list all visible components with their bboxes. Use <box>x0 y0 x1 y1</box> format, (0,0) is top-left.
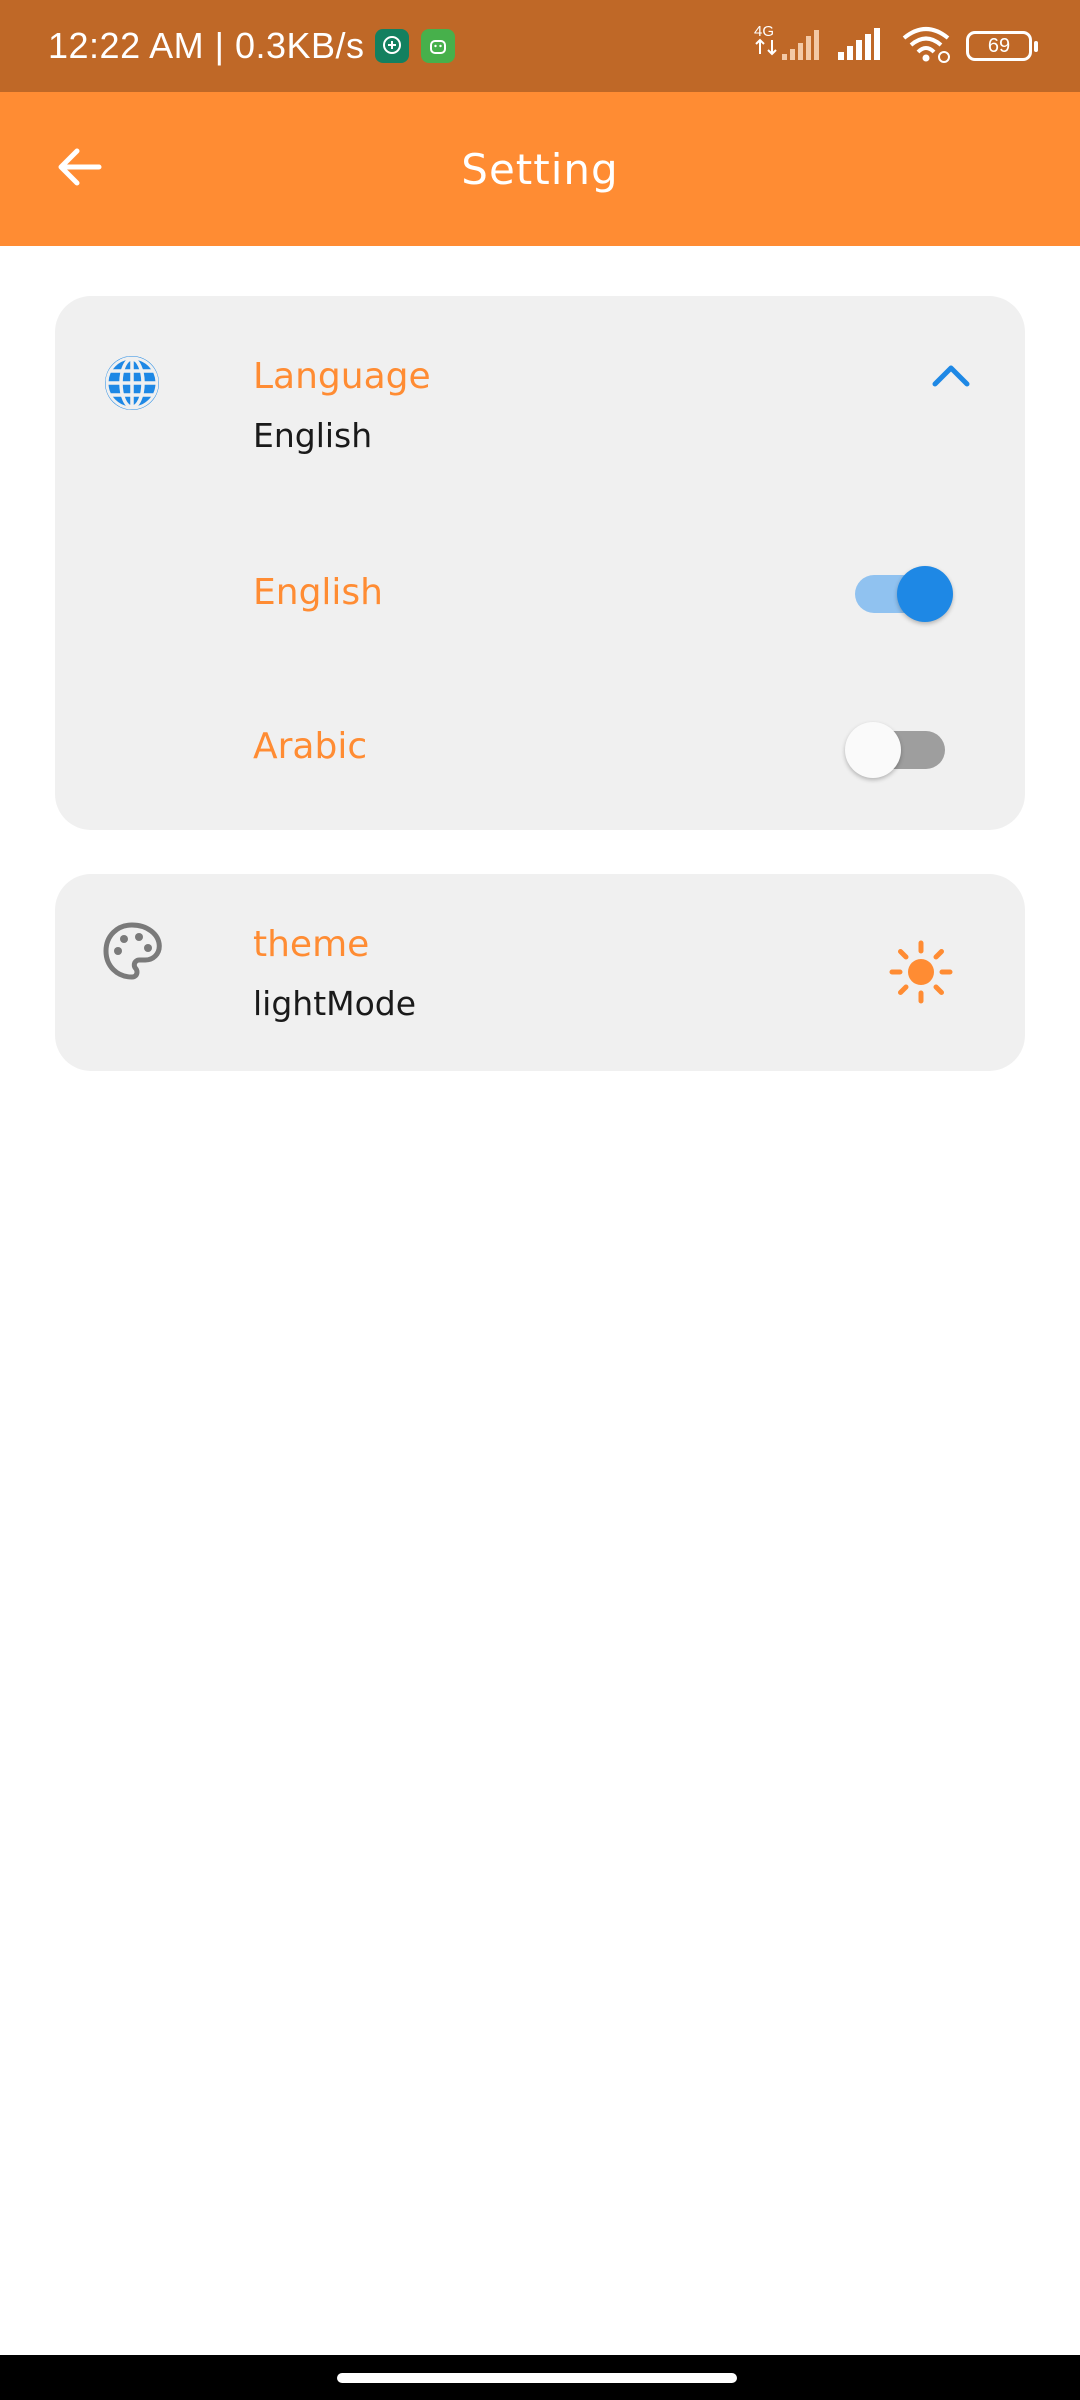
theme-current: lightMode <box>253 984 417 1023</box>
arabic-switch[interactable] <box>845 720 955 780</box>
home-indicator[interactable] <box>337 2373 737 2383</box>
theme-title: theme <box>253 924 370 965</box>
palette-icon <box>103 922 162 980</box>
arrow-back-icon <box>58 148 102 186</box>
language-card: Language English English Arabic <box>55 296 1025 830</box>
option-label: Arabic <box>253 726 368 767</box>
language-title: Language <box>253 356 431 397</box>
wifi-icon <box>900 24 952 69</box>
battery-icon: 69 <box>966 31 1038 61</box>
android-notification-icon <box>420 29 455 63</box>
cellular-4g-icon: 4G <box>752 22 822 71</box>
back-button[interactable] <box>44 132 114 202</box>
status-bar: 12:22 AM | 0.3KB/s 4G 69 <box>0 0 1080 92</box>
switch-thumb <box>897 566 953 622</box>
page-title: Setting <box>461 144 619 194</box>
system-nav-bar <box>0 2355 1080 2400</box>
english-switch[interactable] <box>851 564 961 624</box>
battery-level: 69 <box>987 34 1011 57</box>
chevron-up-icon[interactable] <box>927 356 975 392</box>
sun-icon[interactable] <box>889 940 953 1004</box>
switch-thumb <box>845 722 901 778</box>
theme-card[interactable]: theme lightMode <box>55 874 1025 1071</box>
status-time: 12:22 AM | 0.3KB/s <box>48 25 365 66</box>
cellular-signal-icon <box>836 26 886 67</box>
option-label: English <box>253 572 383 613</box>
globe-icon <box>105 356 159 410</box>
app-bar: Setting <box>0 92 1080 246</box>
svg-text:4G: 4G <box>754 23 774 40</box>
language-current: English <box>253 416 373 455</box>
message-notification-icon <box>374 29 409 63</box>
status-right-icons: 4G 69 <box>752 22 1038 71</box>
